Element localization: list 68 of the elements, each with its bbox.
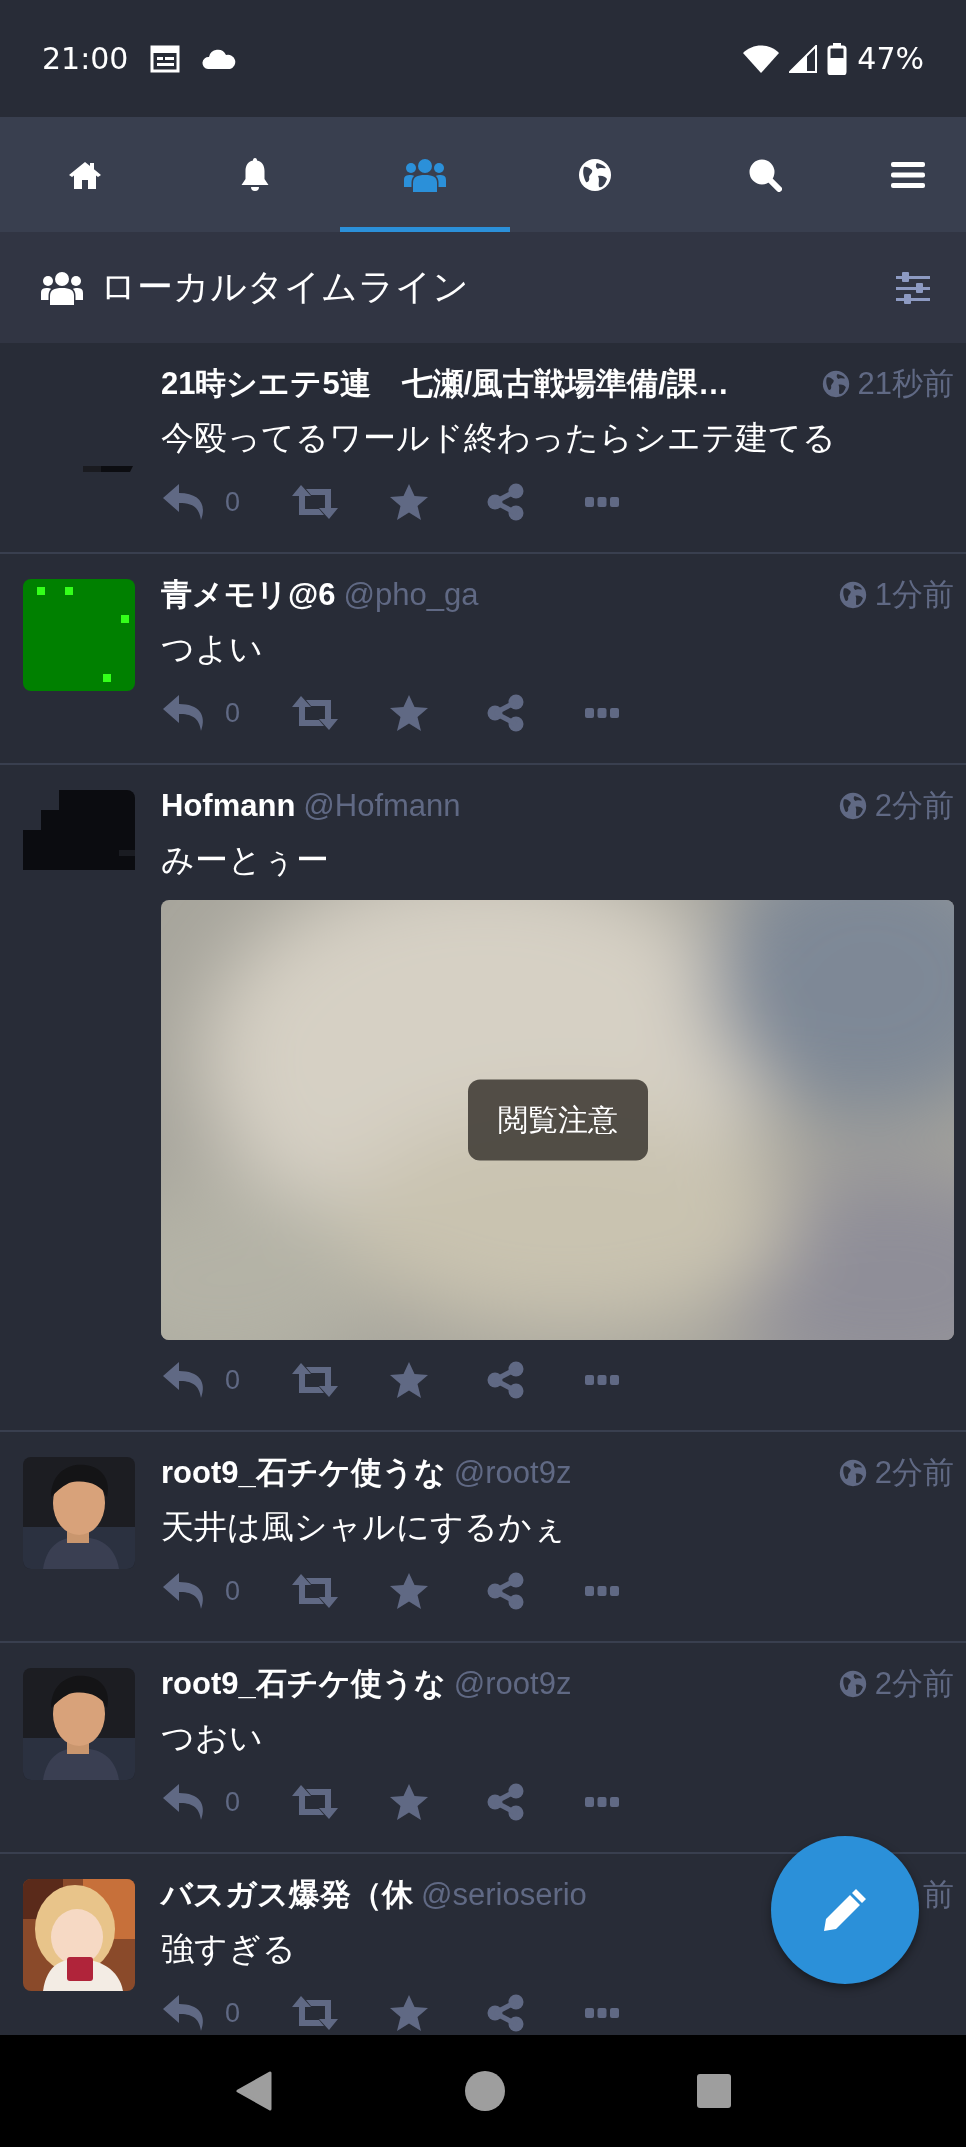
favourite-star-icon[interactable] xyxy=(389,1572,429,1610)
post-text: 強すぎる xyxy=(161,1929,297,1969)
reply-count: 0 xyxy=(225,1575,241,1607)
more-icon[interactable] xyxy=(585,496,619,508)
display-name[interactable]: root9_石チケ使うな xyxy=(161,1455,446,1490)
back-icon[interactable] xyxy=(234,2071,274,2111)
favourite-star-icon[interactable] xyxy=(389,1361,429,1399)
reply-count: 0 xyxy=(225,1786,241,1818)
post-time: 21秒前 xyxy=(857,365,954,403)
favourite-star-icon[interactable] xyxy=(389,694,429,732)
pencil-icon xyxy=(822,1887,868,1933)
post-time: 2分前 xyxy=(874,1454,954,1492)
boost-icon[interactable] xyxy=(291,1363,339,1397)
calendar-icon xyxy=(150,44,181,73)
boost-icon[interactable] xyxy=(291,1574,339,1608)
display-name[interactable]: Hofmann xyxy=(161,788,296,823)
battery-percent: 47% xyxy=(857,41,924,76)
display-name[interactable]: バスガス爆発（休 xyxy=(161,1877,413,1912)
post-time: 2分前 xyxy=(874,1665,954,1703)
display-name[interactable]: root9_石チケ使うな xyxy=(161,1666,446,1701)
cloud-icon xyxy=(202,48,237,69)
users-icon xyxy=(40,269,84,306)
share-icon[interactable] xyxy=(487,1783,525,1821)
more-icon[interactable] xyxy=(585,1585,619,1597)
reply-count: 0 xyxy=(225,486,241,518)
signal-icon xyxy=(789,44,818,73)
post-time: 1分前 xyxy=(874,576,954,614)
reply-count: 0 xyxy=(225,1997,241,2029)
column-title: ローカルタイムライン xyxy=(100,265,470,309)
more-icon[interactable] xyxy=(585,1374,619,1386)
favourite-star-icon[interactable] xyxy=(389,1994,429,2032)
favourite-star-icon[interactable] xyxy=(389,1783,429,1821)
more-icon[interactable] xyxy=(585,707,619,719)
share-icon[interactable] xyxy=(487,1994,525,2032)
reply-count: 0 xyxy=(225,1364,241,1396)
post-text: つよい xyxy=(161,629,264,669)
boost-icon[interactable] xyxy=(291,696,339,730)
display-name[interactable]: 21時シエテ5連 七瀬/風古戦場準備/課… xyxy=(161,366,729,401)
post-text: 今殴ってるワールド終わったらシエテ建てる xyxy=(161,418,837,458)
more-icon[interactable] xyxy=(585,2007,619,2019)
display-name[interactable]: 青メモリ@6 xyxy=(161,577,336,612)
share-icon[interactable] xyxy=(487,483,525,521)
user-handle: @root9z xyxy=(453,1455,572,1490)
user-handle: @serioserio xyxy=(421,1877,587,1912)
user-handle: @pho_ga xyxy=(343,577,479,612)
wifi-icon xyxy=(743,44,780,73)
post-text: 天井は風シャルにするかぇ xyxy=(161,1507,567,1547)
share-icon[interactable] xyxy=(487,1361,525,1399)
home-circle-icon[interactable] xyxy=(464,2070,506,2112)
more-icon[interactable] xyxy=(585,1796,619,1808)
clock-time: 21:00 xyxy=(42,41,129,76)
user-handle: @root9z xyxy=(453,1666,572,1701)
battery-icon xyxy=(827,42,848,75)
post-text: つおい xyxy=(161,1718,264,1758)
boost-icon[interactable] xyxy=(291,1785,339,1819)
post-time: 2分前 xyxy=(874,787,954,825)
user-handle: @Hofmann xyxy=(303,788,461,823)
favourite-star-icon[interactable] xyxy=(389,483,429,521)
recents-square-icon[interactable] xyxy=(696,2073,732,2109)
sensitive-content-button[interactable]: 閲覧注意 xyxy=(467,1079,648,1161)
share-icon[interactable] xyxy=(487,694,525,732)
share-icon[interactable] xyxy=(487,1572,525,1610)
settings-sliders-icon[interactable] xyxy=(896,270,930,305)
reply-count: 0 xyxy=(225,697,241,729)
post-text: みーとぅー xyxy=(161,840,330,880)
post-time: 前 xyxy=(923,1876,954,1914)
boost-icon[interactable] xyxy=(291,485,339,519)
boost-icon[interactable] xyxy=(291,1996,339,2030)
